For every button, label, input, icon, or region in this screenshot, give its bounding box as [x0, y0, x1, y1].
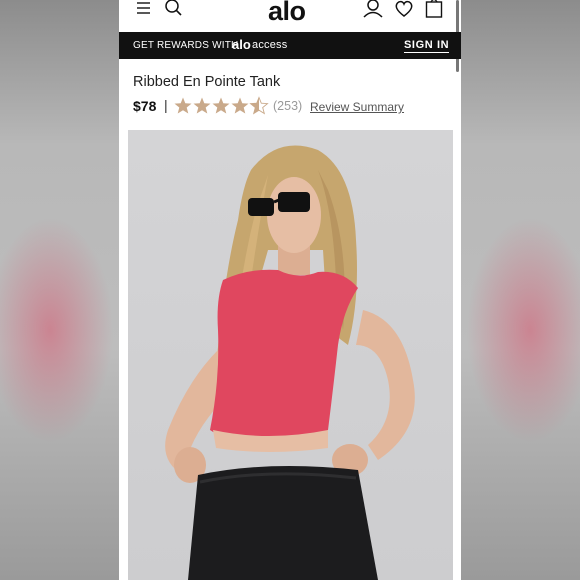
heart-icon[interactable] [394, 0, 414, 20]
pink-tank-top [210, 269, 358, 439]
phone-screen: alo GET REWARDS WITH alo access SIGN IN … [119, 0, 461, 580]
alo-access-logo-light: access [252, 39, 288, 51]
rewards-text: GET REWARDS WITH [133, 40, 239, 51]
star-icon [212, 97, 230, 114]
sunglasses-bridge [273, 198, 280, 204]
half-star-icon [250, 97, 268, 114]
alo-logo[interactable]: alo [268, 0, 306, 27]
rating-stars[interactable] [174, 95, 270, 117]
black-shorts [188, 466, 378, 580]
star-icon [193, 97, 211, 114]
model-photo [165, 145, 415, 580]
sign-in-link[interactable]: SIGN IN [404, 39, 450, 53]
right-arm [356, 310, 415, 460]
star-icon [231, 97, 249, 114]
site-header: alo [119, 0, 461, 32]
product-title: Ribbed En Pointe Tank [133, 74, 281, 90]
face [267, 177, 321, 253]
search-icon[interactable] [164, 0, 184, 20]
menu-icon[interactable] [136, 0, 152, 20]
review-count: (253) [273, 99, 303, 113]
rewards-banner: GET REWARDS WITH alo access SIGN IN [119, 32, 461, 59]
account-icon[interactable] [362, 0, 384, 20]
sunglasses-left [248, 198, 274, 216]
bag-icon[interactable] [425, 0, 443, 20]
star-icon [174, 97, 192, 114]
product-price: $78 [133, 98, 157, 114]
product-image[interactable] [128, 130, 453, 580]
sunglasses-right [278, 192, 310, 212]
review-summary-link[interactable]: Review Summary [310, 100, 404, 114]
alo-access-logo-bold: alo [232, 37, 251, 52]
price-separator: | [164, 97, 168, 113]
